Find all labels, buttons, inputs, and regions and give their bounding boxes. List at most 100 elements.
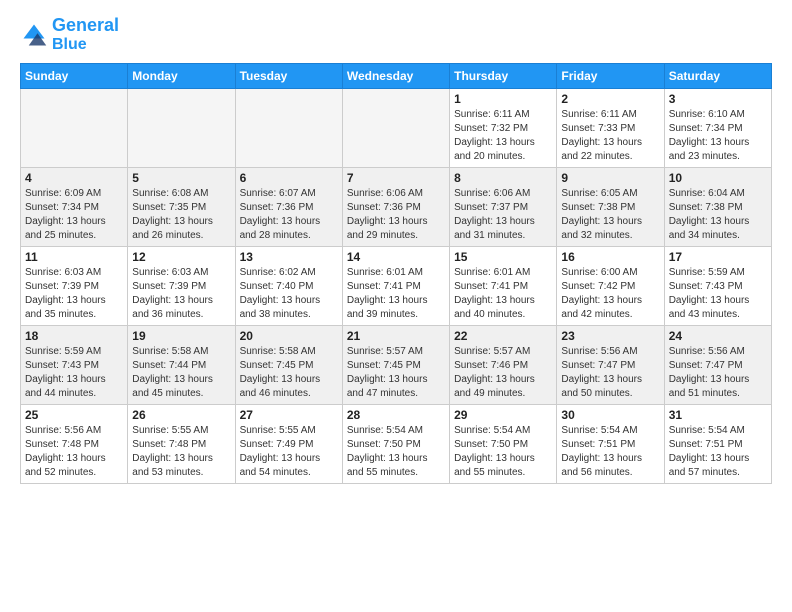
weekday-header-thursday: Thursday [450,64,557,89]
day-info: Sunrise: 6:11 AM Sunset: 7:33 PM Dayligh… [561,108,659,164]
day-info: Sunrise: 5:54 AM Sunset: 7:50 PM Dayligh… [347,424,445,480]
day-info: Sunrise: 6:05 AM Sunset: 7:38 PM Dayligh… [561,187,659,243]
logo-text: General Blue [52,16,119,53]
calendar-cell: 4 Sunrise: 6:09 AM Sunset: 7:34 PM Daylig… [21,168,128,247]
day-info: Sunrise: 5:54 AM Sunset: 7:51 PM Dayligh… [561,424,659,480]
calendar-week-row: 25Sunrise: 5:56 AM Sunset: 7:48 PM Dayli… [21,405,772,484]
calendar-cell: 26 Sunrise: 5:55 AM Sunset: 7:48 PM Dayli… [128,405,235,484]
day-number: 14 [347,250,445,264]
day-number: 29 [454,408,552,422]
day-info: Sunrise: 5:58 AM Sunset: 7:44 PM Dayligh… [132,345,230,401]
calendar-cell: 17 Sunrise: 5:59 AM Sunset: 7:43 PM Dayli… [664,247,771,326]
day-number: 17 [669,250,767,264]
day-number: 26 [132,408,230,422]
day-info: Sunrise: 5:59 AM Sunset: 7:43 PM Dayligh… [669,266,767,322]
day-number: 20 [240,329,338,343]
calendar-cell: 19 Sunrise: 5:58 AM Sunset: 7:44 PM Dayli… [128,326,235,405]
day-info: Sunrise: 5:55 AM Sunset: 7:49 PM Dayligh… [240,424,338,480]
weekday-header-saturday: Saturday [664,64,771,89]
calendar-cell [21,89,128,168]
calendar-cell: 9 Sunrise: 6:05 AM Sunset: 7:38 PM Daylig… [557,168,664,247]
calendar-cell: 18Sunrise: 5:59 AM Sunset: 7:43 PM Dayli… [21,326,128,405]
day-number: 25 [25,408,123,422]
day-number: 23 [561,329,659,343]
day-info: Sunrise: 6:06 AM Sunset: 7:36 PM Dayligh… [347,187,445,243]
day-number: 6 [240,171,338,185]
calendar-cell: 27 Sunrise: 5:55 AM Sunset: 7:49 PM Dayli… [235,405,342,484]
calendar-cell: 5Sunrise: 6:08 AM Sunset: 7:35 PM Daylig… [128,168,235,247]
day-number: 28 [347,408,445,422]
weekday-header-monday: Monday [128,64,235,89]
calendar-week-row: 1 Sunrise: 6:11 AM Sunset: 7:32 PM Daylig… [21,89,772,168]
calendar-cell: 10 Sunrise: 6:04 AM Sunset: 7:38 PM Dayli… [664,168,771,247]
day-number: 19 [132,329,230,343]
day-number: 9 [561,171,659,185]
calendar-week-row: 4 Sunrise: 6:09 AM Sunset: 7:34 PM Daylig… [21,168,772,247]
calendar-cell: 30 Sunrise: 5:54 AM Sunset: 7:51 PM Dayli… [557,405,664,484]
day-number: 15 [454,250,552,264]
day-info: Sunrise: 6:11 AM Sunset: 7:32 PM Dayligh… [454,108,552,164]
day-info: Sunrise: 6:03 AM Sunset: 7:39 PM Dayligh… [25,266,123,322]
day-number: 13 [240,250,338,264]
calendar-cell: 23 Sunrise: 5:56 AM Sunset: 7:47 PM Dayli… [557,326,664,405]
day-number: 4 [25,171,123,185]
calendar-cell: 29Sunrise: 5:54 AM Sunset: 7:50 PM Dayli… [450,405,557,484]
calendar-cell: 31Sunrise: 5:54 AM Sunset: 7:51 PM Dayli… [664,405,771,484]
calendar-week-row: 11 Sunrise: 6:03 AM Sunset: 7:39 PM Dayli… [21,247,772,326]
day-number: 5 [132,171,230,185]
calendar-cell: 7 Sunrise: 6:06 AM Sunset: 7:36 PM Daylig… [342,168,449,247]
day-number: 2 [561,92,659,106]
day-number: 12 [132,250,230,264]
day-info: Sunrise: 6:10 AM Sunset: 7:34 PM Dayligh… [669,108,767,164]
day-number: 21 [347,329,445,343]
day-number: 11 [25,250,123,264]
calendar-cell: 6 Sunrise: 6:07 AM Sunset: 7:36 PM Daylig… [235,168,342,247]
day-number: 30 [561,408,659,422]
day-number: 3 [669,92,767,106]
calendar-cell: 15 Sunrise: 6:01 AM Sunset: 7:41 PM Dayli… [450,247,557,326]
calendar-cell: 22Sunrise: 5:57 AM Sunset: 7:46 PM Dayli… [450,326,557,405]
weekday-header-sunday: Sunday [21,64,128,89]
day-info: Sunrise: 5:55 AM Sunset: 7:48 PM Dayligh… [132,424,230,480]
calendar-cell [128,89,235,168]
calendar-cell [235,89,342,168]
calendar-cell: 8 Sunrise: 6:06 AM Sunset: 7:37 PM Daylig… [450,168,557,247]
day-info: Sunrise: 6:04 AM Sunset: 7:38 PM Dayligh… [669,187,767,243]
day-info: Sunrise: 6:06 AM Sunset: 7:37 PM Dayligh… [454,187,552,243]
day-info: Sunrise: 6:07 AM Sunset: 7:36 PM Dayligh… [240,187,338,243]
day-number: 7 [347,171,445,185]
day-info: Sunrise: 5:56 AM Sunset: 7:47 PM Dayligh… [669,345,767,401]
calendar-cell: 11 Sunrise: 6:03 AM Sunset: 7:39 PM Dayli… [21,247,128,326]
day-info: Sunrise: 6:01 AM Sunset: 7:41 PM Dayligh… [347,266,445,322]
header: General Blue [20,16,772,53]
logo: General Blue [20,16,119,53]
day-info: Sunrise: 5:59 AM Sunset: 7:43 PM Dayligh… [25,345,123,401]
calendar-cell: 2 Sunrise: 6:11 AM Sunset: 7:33 PM Daylig… [557,89,664,168]
calendar-cell: 16 Sunrise: 6:00 AM Sunset: 7:42 PM Dayli… [557,247,664,326]
day-info: Sunrise: 6:02 AM Sunset: 7:40 PM Dayligh… [240,266,338,322]
calendar-cell: 24Sunrise: 5:56 AM Sunset: 7:47 PM Dayli… [664,326,771,405]
calendar-cell: 25Sunrise: 5:56 AM Sunset: 7:48 PM Dayli… [21,405,128,484]
logo-icon [20,21,48,49]
day-number: 10 [669,171,767,185]
day-number: 16 [561,250,659,264]
calendar-cell [342,89,449,168]
day-info: Sunrise: 6:09 AM Sunset: 7:34 PM Dayligh… [25,187,123,243]
day-info: Sunrise: 6:03 AM Sunset: 7:39 PM Dayligh… [132,266,230,322]
day-number: 1 [454,92,552,106]
day-info: Sunrise: 5:56 AM Sunset: 7:47 PM Dayligh… [561,345,659,401]
weekday-header-row: SundayMondayTuesdayWednesdayThursdayFrid… [21,64,772,89]
day-info: Sunrise: 5:57 AM Sunset: 7:45 PM Dayligh… [347,345,445,401]
day-number: 27 [240,408,338,422]
day-number: 22 [454,329,552,343]
day-info: Sunrise: 5:58 AM Sunset: 7:45 PM Dayligh… [240,345,338,401]
day-info: Sunrise: 6:01 AM Sunset: 7:41 PM Dayligh… [454,266,552,322]
calendar-cell: 1 Sunrise: 6:11 AM Sunset: 7:32 PM Daylig… [450,89,557,168]
day-number: 8 [454,171,552,185]
calendar-week-row: 18Sunrise: 5:59 AM Sunset: 7:43 PM Dayli… [21,326,772,405]
calendar-cell: 13 Sunrise: 6:02 AM Sunset: 7:40 PM Dayli… [235,247,342,326]
day-number: 31 [669,408,767,422]
calendar-cell: 14 Sunrise: 6:01 AM Sunset: 7:41 PM Dayli… [342,247,449,326]
day-info: Sunrise: 6:00 AM Sunset: 7:42 PM Dayligh… [561,266,659,322]
calendar-cell: 21 Sunrise: 5:57 AM Sunset: 7:45 PM Dayli… [342,326,449,405]
